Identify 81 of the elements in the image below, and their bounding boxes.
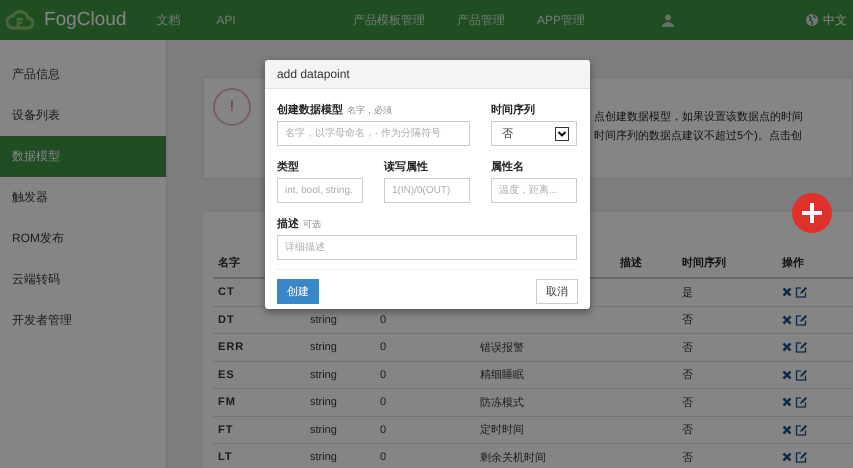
sidebar-item[interactable]: 产品信息 xyxy=(0,54,166,95)
cloud-logo-icon xyxy=(6,8,34,32)
field-hint: 名字，必须 xyxy=(347,104,392,117)
delete-icon[interactable] xyxy=(782,314,792,325)
field-label: 读写属性 xyxy=(384,160,428,174)
delete-icon[interactable] xyxy=(782,452,792,462)
table-cell: 否 xyxy=(682,452,693,464)
delete-icon[interactable] xyxy=(782,287,792,298)
table-cell: 定时时间 xyxy=(480,424,524,436)
table-cell: 0 xyxy=(380,341,386,354)
table-cell: 否 xyxy=(682,342,693,354)
table-cell: LT xyxy=(218,451,233,464)
table-cell: FT xyxy=(218,424,234,436)
table-cell: 否 xyxy=(682,424,693,436)
input-field[interactable]: int, bool, string. xyxy=(277,178,363,203)
table-cell: 是 xyxy=(682,286,693,299)
warning-icon: ! xyxy=(213,88,251,126)
field-label: 时间序列 xyxy=(491,102,535,117)
table-cell: 否 xyxy=(682,369,693,382)
delete-icon[interactable] xyxy=(782,370,792,380)
edit-icon[interactable] xyxy=(795,424,807,436)
table-cell: string xyxy=(310,314,337,326)
sidebar-item[interactable]: 云端转码 xyxy=(0,259,166,300)
table-cell: string xyxy=(310,424,337,436)
delete-icon[interactable] xyxy=(782,342,792,352)
field-label: 属性名 xyxy=(491,160,524,174)
create-button[interactable]: 创建 xyxy=(277,279,319,304)
edit-icon[interactable] xyxy=(795,368,807,381)
language-label[interactable]: 中文 xyxy=(823,12,847,28)
table-cell: string xyxy=(310,396,337,408)
table-cell: CT xyxy=(218,286,235,298)
edit-icon[interactable] xyxy=(795,451,807,464)
edit-icon[interactable] xyxy=(795,341,807,354)
table-cell: 0 xyxy=(380,424,386,436)
table-cell: 防冻模式 xyxy=(480,396,524,409)
time-series-select[interactable]: 否 xyxy=(491,121,577,146)
sidebar-item[interactable]: 开发者管理 xyxy=(0,300,166,341)
brand-name: FogCloud xyxy=(44,9,126,31)
field-label: 类型 xyxy=(277,160,299,174)
table-cell: DT xyxy=(218,314,235,326)
table-cell: 错误报警 xyxy=(480,342,524,354)
notice-text: 点创建数据模型，如果设置该数据点的时间 xyxy=(594,110,803,124)
sidebar-item[interactable]: 触发器 xyxy=(0,177,166,218)
table-cell: string xyxy=(310,368,337,381)
table-cell: FM xyxy=(218,396,236,408)
field-hint: 可选 xyxy=(303,218,321,231)
table-cell: 否 xyxy=(682,396,693,409)
sidebar-item[interactable]: ROM发布 xyxy=(0,218,166,259)
sidebar-item[interactable]: 设备列表 xyxy=(0,95,166,136)
delete-icon[interactable] xyxy=(782,424,792,435)
table-cell: 0 xyxy=(380,396,386,408)
delete-icon[interactable] xyxy=(782,397,792,408)
notice-text: 时间序列的数据点建议不超过5个)。点击创 xyxy=(594,128,803,143)
input-field[interactable]: 温度，距离... xyxy=(491,178,577,203)
name-input-field[interactable]: 名字，以字母命名，- 作为分隔符号 xyxy=(277,121,470,146)
column-header: 操作 xyxy=(782,257,804,269)
column-header: 时间序列 xyxy=(682,257,726,269)
table-cell: 剩余关机时间 xyxy=(480,452,546,464)
table-cell: 否 xyxy=(682,314,693,326)
edit-icon[interactable] xyxy=(795,396,807,408)
dialog-title: add datapoint xyxy=(277,67,350,81)
cancel-button[interactable]: 取消 xyxy=(536,279,578,304)
input-field[interactable]: 1(IN)/0(OUT) xyxy=(384,178,470,203)
table-cell: 0 xyxy=(380,368,386,381)
edit-icon[interactable] xyxy=(795,314,807,326)
chevron-down-icon xyxy=(555,126,569,140)
table-cell: ES xyxy=(218,368,235,381)
table-cell: string xyxy=(310,341,337,354)
field-label: 创建数据模型 xyxy=(277,102,343,117)
table-cell: ERR xyxy=(218,341,244,354)
table-cell: 0 xyxy=(380,451,386,464)
field-label: 描述 xyxy=(277,216,299,231)
edit-icon[interactable] xyxy=(795,286,807,298)
description-input-field[interactable]: 详细描述 xyxy=(277,235,577,260)
table-cell: 0 xyxy=(380,314,386,326)
table-cell: string xyxy=(310,451,337,464)
table-cell: 精细睡眠 xyxy=(480,369,524,382)
column-header: 名字 xyxy=(218,257,240,269)
globe-icon[interactable] xyxy=(806,14,818,26)
sidebar-item[interactable]: 数据模型 xyxy=(0,136,166,177)
column-header: 描述 xyxy=(620,257,642,269)
